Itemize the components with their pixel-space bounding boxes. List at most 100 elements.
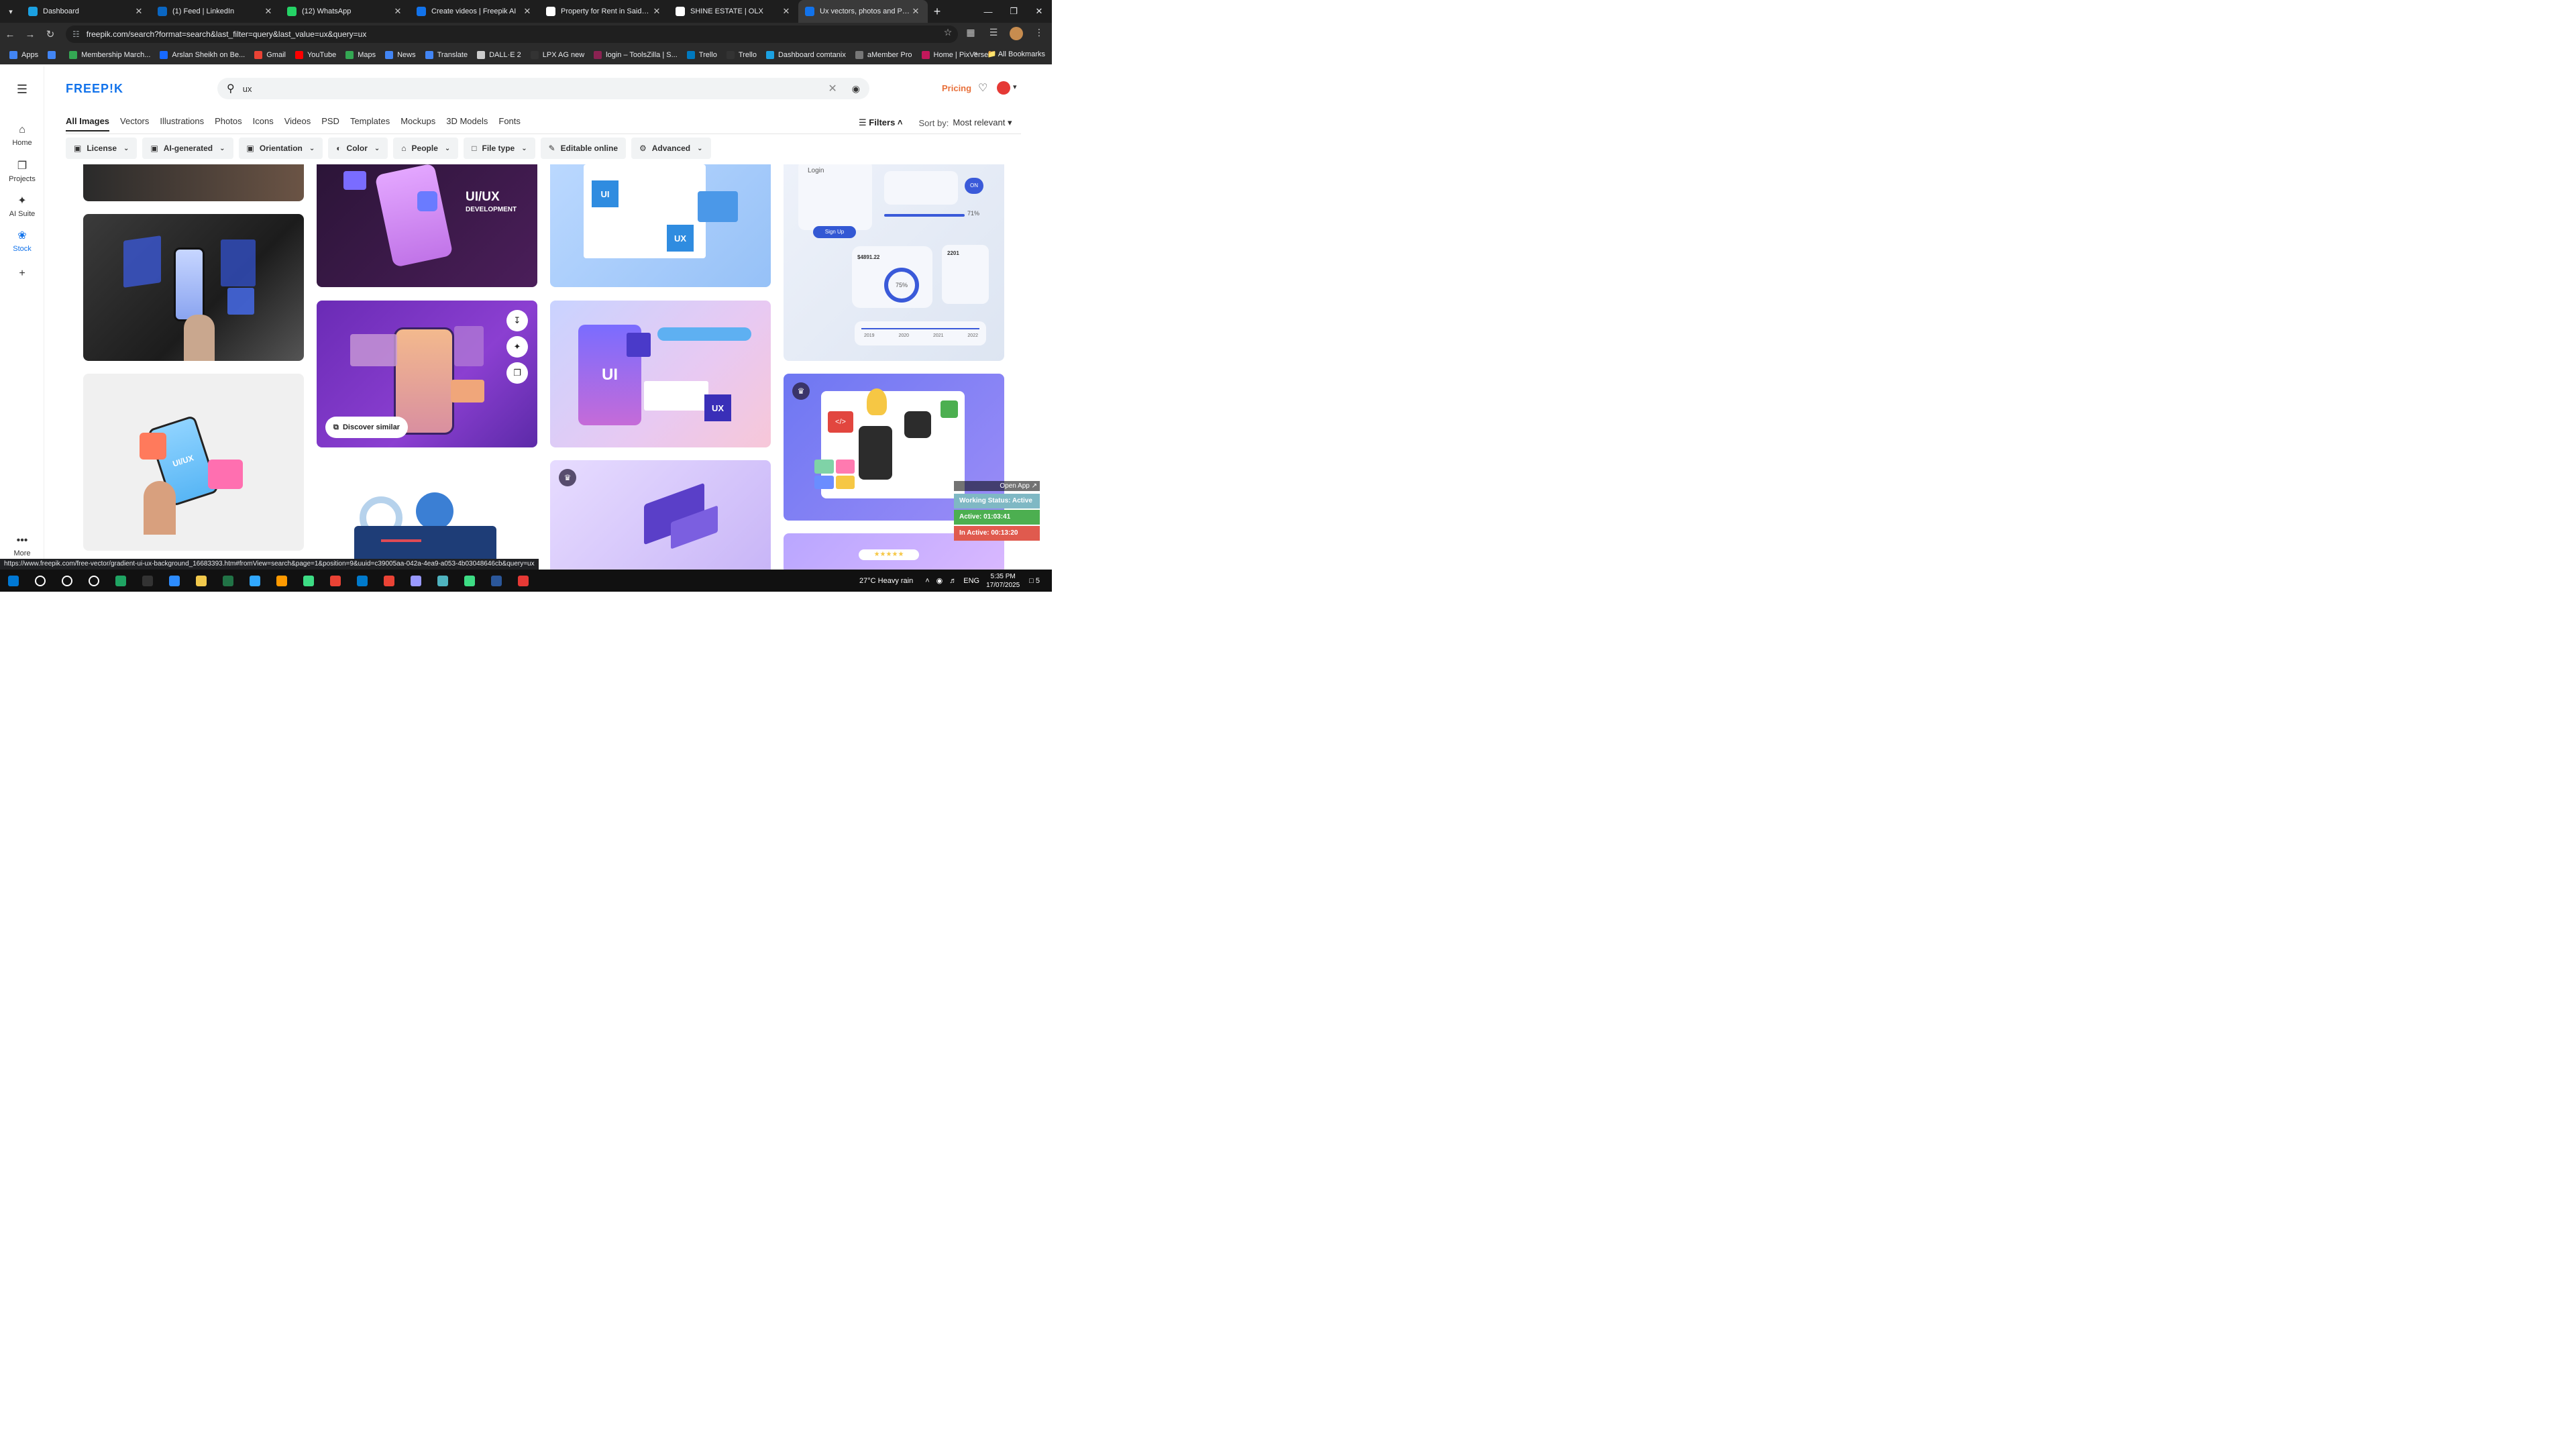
more-bookmarks-icon[interactable]: » xyxy=(973,50,977,58)
filter-pill[interactable]: ▣ AI-generated ⌄ xyxy=(142,138,233,159)
taskbar-app-icon[interactable] xyxy=(107,570,134,592)
category-tab[interactable]: All Images xyxy=(66,116,110,131)
hamburger-menu-icon[interactable]: ☰ xyxy=(0,83,44,97)
browser-menu-icon[interactable]: ⋮ xyxy=(1032,27,1046,42)
bookmark-item[interactable]: Gmail xyxy=(254,51,286,59)
bookmark-item[interactable]: Maps xyxy=(345,51,376,59)
image-card-ui-ux-gradient[interactable]: UI UX xyxy=(550,301,771,447)
taskbar-app-icon[interactable] xyxy=(27,570,54,592)
notification-icon[interactable]: □ 5 xyxy=(1029,577,1040,585)
restore-icon[interactable]: ❐ xyxy=(1001,0,1026,23)
taskbar-app-icon[interactable] xyxy=(483,570,510,592)
bookmark-item[interactable]: Translate xyxy=(425,51,468,59)
browser-tab[interactable]: Ux vectors, photos and PSD file✕ xyxy=(798,0,928,23)
new-tab-button[interactable]: + xyxy=(928,5,947,19)
bookmark-item[interactable]: Membership March... xyxy=(69,51,150,59)
taskbar-app-icon[interactable] xyxy=(376,570,402,592)
freepik-logo[interactable]: FREEP!K xyxy=(66,82,123,96)
image-card-settings-illustration[interactable] xyxy=(317,460,537,570)
taskbar-app-icon[interactable] xyxy=(456,570,483,592)
weather-widget[interactable]: 27°C Heavy rain xyxy=(859,577,913,585)
filter-pill[interactable]: ✎ Editable online xyxy=(540,138,626,159)
image-card-neumorphic-dashboard[interactable]: Login Sign Up ON 71% $4891.22 75% 2201 2… xyxy=(784,164,1004,361)
camera-search-icon[interactable]: ◉ xyxy=(852,83,860,95)
profile-avatar[interactable] xyxy=(1009,27,1024,42)
image-card-uiux-development[interactable]: UI/UX DEVELOPMENT xyxy=(317,164,537,287)
tab-close-icon[interactable]: ✕ xyxy=(910,6,921,17)
image-card-phone-hand[interactable] xyxy=(83,214,304,361)
close-window-icon[interactable]: ✕ xyxy=(1026,0,1052,23)
filter-pill[interactable]: ⌂ People ⌄ xyxy=(393,138,459,159)
taskbar-app-icon[interactable] xyxy=(349,570,376,592)
category-tab[interactable]: PSD xyxy=(321,116,339,131)
browser-tab[interactable]: Create videos | Freepik AI ✕ xyxy=(410,0,539,23)
bookmark-item[interactable]: YouTube xyxy=(294,51,336,59)
category-tab[interactable]: Videos xyxy=(284,116,311,131)
language-indicator[interactable]: ENG xyxy=(963,577,979,585)
filter-pill[interactable]: ◐ Color ⌄ xyxy=(328,138,388,159)
image-card-uiux-phone[interactable]: UI/UX xyxy=(83,374,304,551)
reload-icon[interactable]: ↻ xyxy=(40,28,60,40)
taskbar-app-icon[interactable] xyxy=(80,570,107,592)
taskbar-app-icon[interactable] xyxy=(295,570,322,592)
bookmark-item[interactable]: LPX AG new xyxy=(530,51,584,59)
tab-close-icon[interactable]: ✕ xyxy=(781,6,792,17)
volume-icon[interactable]: ♬ xyxy=(949,577,957,585)
taskbar-app-icon[interactable] xyxy=(188,570,215,592)
bookmark-item[interactable]: Trello xyxy=(726,51,757,59)
chevron-down-icon[interactable]: ▾ xyxy=(1013,83,1017,91)
browser-tab[interactable]: (1) Feed | LinkedIn ✕ xyxy=(151,0,280,23)
download-icon[interactable]: ↧ xyxy=(506,310,528,331)
taskbar-app-icon[interactable] xyxy=(161,570,188,592)
filter-pill[interactable]: ▣ License ⌄ xyxy=(66,138,138,159)
taskbar-app-icon[interactable] xyxy=(322,570,349,592)
taskbar-app-icon[interactable] xyxy=(241,570,268,592)
filters-button[interactable]: ☰ Filters ˄ xyxy=(859,117,903,128)
user-avatar[interactable] xyxy=(997,81,1010,95)
category-tab[interactable]: Mockups xyxy=(400,116,435,131)
sidebar-item[interactable]: ⌂ Home xyxy=(0,124,44,147)
bookmark-item[interactable]: Arslan Sheikh on Be... xyxy=(160,51,245,59)
taskbar-app-icon[interactable] xyxy=(134,570,161,592)
bookmark-item[interactable]: aMember Pro xyxy=(855,51,912,59)
tab-close-icon[interactable]: ✕ xyxy=(651,6,662,17)
site-info-icon[interactable]: ☷ xyxy=(72,30,80,39)
browser-tab[interactable]: Property for Rent in Saidpur Ro✕ xyxy=(539,0,669,23)
bookmark-item[interactable]: login – ToolsZilla | S... xyxy=(594,51,678,59)
open-app-button[interactable]: Open App ↗ xyxy=(954,481,1040,491)
minimize-icon[interactable]: — xyxy=(975,0,1001,23)
image-card-gradient-ui-ux[interactable]: ↧ ✦ ❐ ⧉ Discover similar xyxy=(317,301,537,447)
category-tab[interactable]: Fonts xyxy=(498,116,521,131)
pricing-link[interactable]: Pricing xyxy=(942,83,971,93)
network-icon[interactable]: ◉ xyxy=(936,576,943,585)
tab-search-icon[interactable]: ▾ xyxy=(0,0,21,23)
ai-edit-icon[interactable]: ✦ xyxy=(506,336,528,358)
bookmark-item[interactable]: Trello xyxy=(686,51,717,59)
bookmark-item[interactable]: News xyxy=(385,51,416,59)
category-tab[interactable]: Photos xyxy=(215,116,241,131)
bell-icon[interactable]: ♡ xyxy=(978,81,987,95)
taskbar-app-icon[interactable] xyxy=(268,570,295,592)
bookmark-item[interactable] xyxy=(48,51,60,59)
taskbar-app-icon[interactable] xyxy=(215,570,241,592)
sort-select[interactable]: Most relevant ▾ xyxy=(953,117,1012,128)
clear-search-icon[interactable]: ✕ xyxy=(828,82,837,95)
filter-pill[interactable]: ⚙ Advanced ⌄ xyxy=(631,138,711,159)
image-card-hands-top[interactable] xyxy=(83,164,304,201)
taskbar-app-icon[interactable] xyxy=(510,570,537,592)
category-tab[interactable]: Vectors xyxy=(120,116,149,131)
filter-pill[interactable]: ▣ Orientation ⌄ xyxy=(238,138,323,159)
clock[interactable]: 5:35 PM 17/07/2025 xyxy=(986,572,1020,590)
all-bookmarks-button[interactable]: 📁 All Bookmarks xyxy=(987,50,1045,58)
start-button[interactable] xyxy=(0,570,27,592)
taskbar-app-icon[interactable] xyxy=(54,570,80,592)
browser-tab[interactable]: Dashboard ✕ xyxy=(21,0,151,23)
category-tab[interactable]: Templates xyxy=(350,116,390,131)
tab-close-icon[interactable]: ✕ xyxy=(522,6,533,17)
image-card-isometric-code[interactable]: ♛ xyxy=(550,460,771,570)
category-tab[interactable]: 3D Models xyxy=(446,116,488,131)
media-icon[interactable]: ☰ xyxy=(986,27,1001,42)
forward-icon[interactable]: → xyxy=(20,29,40,40)
bookmark-star-icon[interactable]: ☆ xyxy=(941,27,955,42)
search-bar[interactable]: ⚲ ux ✕ ◉ xyxy=(217,78,869,99)
